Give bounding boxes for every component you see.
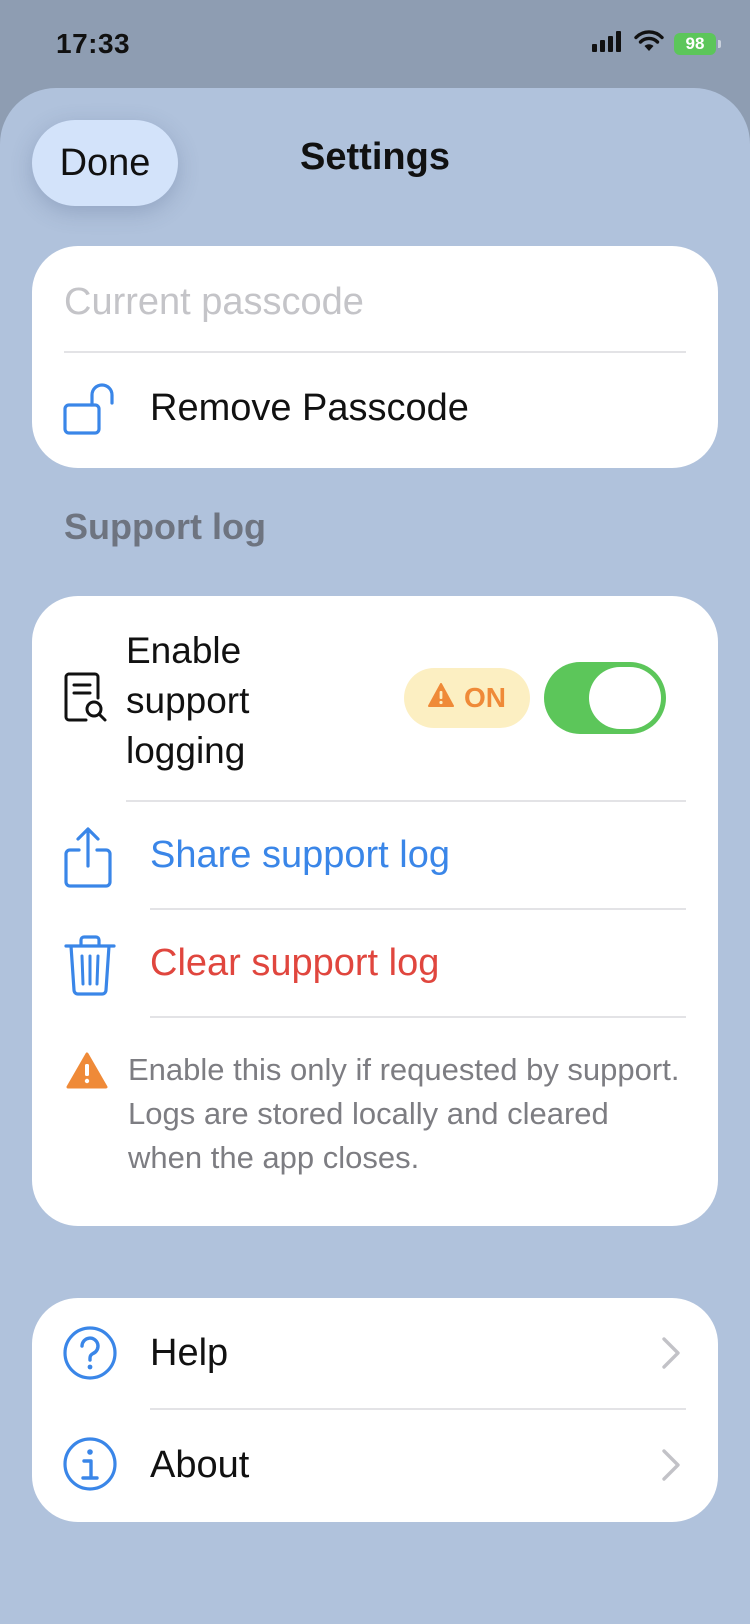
status-icons: 98 — [592, 30, 721, 57]
clear-log-row[interactable]: Clear support log — [32, 910, 718, 1020]
warning-icon — [66, 1052, 108, 1090]
status-badge: ON — [404, 668, 530, 728]
enable-logging-label: Enable support logging — [126, 630, 250, 771]
support-logging-toggle[interactable] — [544, 662, 666, 734]
share-log-row[interactable]: Share support log — [32, 802, 718, 912]
support-log-section-title: Support log — [64, 506, 266, 547]
divider — [150, 1016, 686, 1018]
settings-sheet: Done Settings Remove Passcode Support lo… — [0, 88, 750, 1624]
support-log-warning: Enable this only if requested by support… — [128, 1052, 680, 1175]
help-row[interactable]: Help — [32, 1298, 718, 1408]
chevron-right-icon — [660, 1336, 682, 1370]
battery-icon: 98 — [674, 32, 721, 55]
status-time: 17:33 — [56, 28, 131, 59]
share-icon — [62, 826, 118, 888]
signal-icon — [592, 30, 624, 57]
document-search-icon — [64, 672, 108, 724]
enable-logging-row: Enable support logging ON — [32, 596, 718, 802]
wifi-icon — [634, 30, 664, 57]
help-label: Help — [150, 1332, 229, 1374]
info-card: Help About — [32, 1298, 718, 1522]
info-icon — [62, 1436, 118, 1492]
remove-passcode-row[interactable]: Remove Passcode — [32, 353, 718, 468]
status-bar: 17:33 98 — [0, 0, 750, 90]
chevron-right-icon — [660, 1448, 682, 1482]
about-row[interactable]: About — [32, 1410, 718, 1522]
about-label: About — [150, 1444, 250, 1486]
page-title: Settings — [300, 136, 450, 178]
status-badge-label: ON — [464, 682, 506, 713]
unlock-icon — [62, 381, 118, 437]
help-icon — [62, 1325, 118, 1381]
passcode-card: Remove Passcode — [32, 246, 718, 468]
support-log-card: Enable support logging ON Share support … — [32, 596, 718, 1226]
remove-passcode-label: Remove Passcode — [150, 387, 469, 429]
clear-log-label: Clear support log — [150, 942, 440, 984]
toggle-knob — [589, 667, 661, 729]
current-passcode-input[interactable] — [64, 268, 684, 336]
trash-icon — [62, 934, 118, 996]
warning-icon — [428, 682, 454, 714]
share-log-label: Share support log — [150, 834, 450, 876]
